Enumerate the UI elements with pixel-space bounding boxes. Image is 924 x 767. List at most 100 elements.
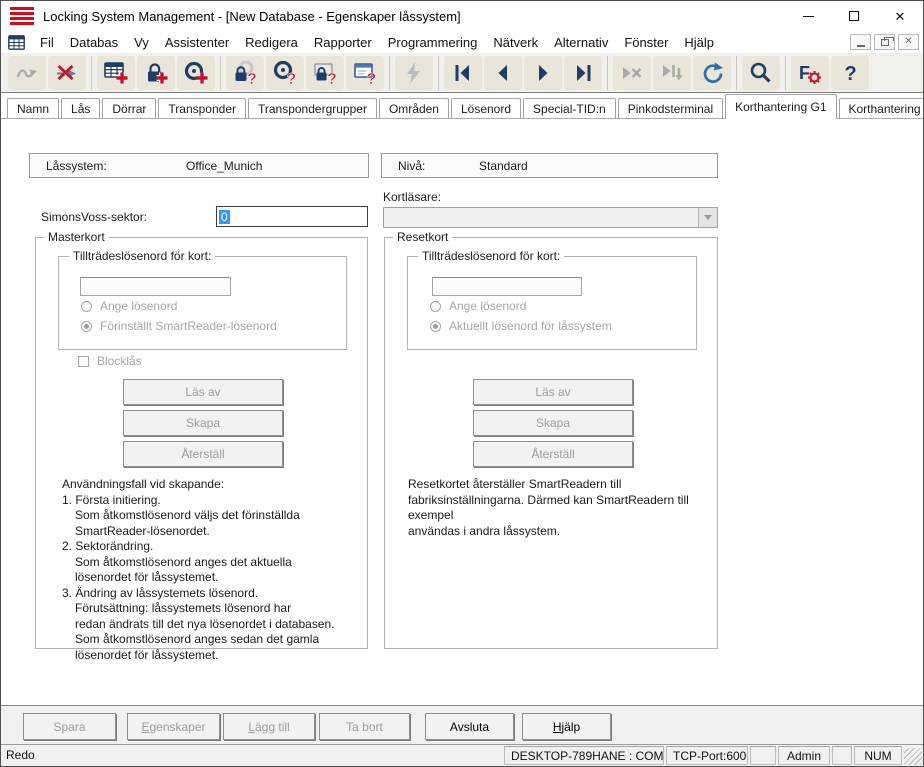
help-footer-button[interactable]: Hjälp (522, 713, 611, 740)
menu-assistenter[interactable]: Assistenter (157, 33, 237, 52)
status-tcp-port: TCP-Port:6001 (666, 746, 748, 765)
mdi-restore-button[interactable] (874, 34, 895, 50)
maximize-icon (849, 11, 859, 21)
tab-dorrar[interactable]: Dörrar (102, 98, 156, 118)
reset-card-group-title: Resetkort (393, 230, 452, 244)
read-lock-button[interactable]: ? (226, 56, 264, 90)
new-locking-system-button[interactable] (97, 56, 135, 90)
mdi-system-icon[interactable] (8, 35, 25, 50)
reset-password-input[interactable] (432, 277, 582, 296)
close-icon: ✕ (895, 10, 906, 23)
program-button[interactable] (395, 56, 433, 90)
block-lock-checkbox[interactable]: Blocklås (78, 354, 142, 368)
master-access-password-group: Tillträdeslösenord för kort: Ange löseno… (58, 256, 347, 350)
next-record-button[interactable] (524, 56, 562, 90)
add-button[interactable]: Lägg till (223, 713, 315, 740)
locking-system-box: Låssystem: Office_Munich (29, 153, 369, 178)
last-record-icon (570, 60, 596, 86)
radio-selected-icon (430, 321, 441, 332)
skip-down-button[interactable] (653, 56, 691, 90)
filter-button[interactable]: F (791, 56, 829, 90)
read-smartreader-button[interactable]: ? (306, 56, 344, 90)
read-transponder-icon: ? (272, 60, 298, 86)
undo-button[interactable] (8, 56, 46, 90)
disconnect-button[interactable] (48, 56, 86, 90)
simonsvoss-logo-icon (10, 7, 34, 25)
tab-transponder[interactable]: Transponder (158, 98, 246, 118)
close-button[interactable]: ✕ (877, 1, 923, 31)
tab-korthantering-g1[interactable]: Korthantering G1 (725, 94, 836, 119)
reset-reset-button[interactable]: Återställ (473, 441, 633, 467)
help-button[interactable]: ? (831, 56, 869, 90)
sector-input[interactable]: 0 (216, 206, 368, 227)
toolbar-separator (785, 56, 786, 90)
reset-access-password-title: Tillträdeslösenord för kort: (418, 249, 564, 263)
card-reader-select[interactable] (383, 207, 718, 228)
menu-natverk[interactable]: Nätverk (485, 33, 546, 52)
search-button[interactable] (742, 56, 780, 90)
new-transponder-button[interactable] (177, 56, 215, 90)
status-host: DESKTOP-789HANE : COM(*) (504, 746, 664, 765)
reset-radio-enter-label: Ange lösenord (449, 299, 526, 313)
tab-las[interactable]: Lås (61, 98, 100, 118)
menu-alternativ[interactable]: Alternativ (546, 33, 616, 52)
menu-rapporter[interactable]: Rapporter (306, 33, 380, 52)
menu-programmering[interactable]: Programmering (380, 33, 486, 52)
minimize-button[interactable] (785, 1, 831, 31)
menu-databas[interactable]: Databas (62, 33, 126, 52)
tab-namn[interactable]: Namn (7, 98, 59, 118)
tab-pinkodsterminal[interactable]: Pinkodsterminal (618, 98, 723, 118)
menu-vy[interactable]: Vy (126, 33, 157, 52)
reset-create-button[interactable]: Skapa (473, 410, 633, 436)
save-button[interactable]: Spara (23, 713, 116, 740)
first-record-button[interactable] (444, 56, 482, 90)
mdi-minimize-button[interactable] (850, 34, 871, 50)
status-user: Admin (778, 746, 830, 765)
mdi-restore-icon (881, 39, 889, 46)
tab-korthantering-g2[interactable]: Korthantering G2 (839, 98, 924, 118)
read-dialog-button[interactable]: ? (346, 56, 384, 90)
status-empty-2 (832, 746, 852, 765)
master-read-button[interactable]: Läs av (123, 379, 283, 405)
menu-fonster[interactable]: Fönster (616, 33, 676, 52)
level-value: Standard (479, 159, 528, 173)
read-transponder-button[interactable]: ? (266, 56, 304, 90)
previous-record-button[interactable] (484, 56, 522, 90)
tab-special-tid[interactable]: Special-TID:n (523, 98, 616, 118)
new-locking-system-icon (103, 60, 129, 86)
master-radio-enter-label: Ange lösenord (100, 299, 177, 313)
master-reset-button[interactable]: Återställ (123, 441, 283, 467)
title-bar: Locking System Management - [New Databas… (1, 1, 923, 31)
master-card-group-title: Masterkort (44, 230, 109, 244)
properties-button[interactable]: Egenskaper (127, 713, 220, 740)
tab-transpondergrupper[interactable]: Transpondergrupper (248, 98, 377, 118)
status-bar: Redo DESKTOP-789HANE : COM(*) TCP-Port:6… (1, 744, 923, 766)
master-radio-enter-password[interactable]: Ange lösenord (81, 299, 177, 313)
menu-redigera[interactable]: Redigera (237, 33, 306, 52)
menu-hjalp[interactable]: Hjälp (676, 33, 722, 52)
sector-value: 0 (219, 210, 230, 224)
block-lock-label: Blocklås (97, 354, 142, 368)
card-reader-dropdown-button[interactable] (698, 208, 717, 227)
exit-button[interactable]: Avsluta (425, 713, 514, 740)
maximize-button[interactable] (831, 1, 877, 31)
master-create-button[interactable]: Skapa (123, 410, 283, 436)
menu-fil[interactable]: Fil (32, 33, 62, 52)
refresh-button[interactable] (693, 56, 731, 90)
reset-radio-current-password[interactable]: Aktuellt lösenord för låssystem (430, 319, 612, 333)
new-lock-button[interactable] (137, 56, 175, 90)
read-smartreader-icon: ? (312, 60, 338, 86)
svg-text:F: F (799, 63, 810, 83)
reset-radio-enter-password[interactable]: Ange lösenord (430, 299, 526, 313)
master-radio-preset-password[interactable]: Förinställt SmartReader-lösenord (81, 319, 277, 333)
reset-read-button[interactable]: Läs av (473, 379, 633, 405)
resize-grip[interactable] (904, 748, 922, 765)
master-password-input[interactable] (80, 277, 231, 296)
tab-omraden[interactable]: Områden (379, 98, 449, 118)
remove-button[interactable]: Ta bort (319, 713, 410, 740)
skip-delete-button[interactable] (613, 56, 651, 90)
last-record-button[interactable] (564, 56, 602, 90)
tab-losenord[interactable]: Lösenord (451, 98, 521, 118)
mdi-close-button[interactable]: ✕ (898, 34, 919, 50)
new-lock-icon (143, 60, 169, 86)
